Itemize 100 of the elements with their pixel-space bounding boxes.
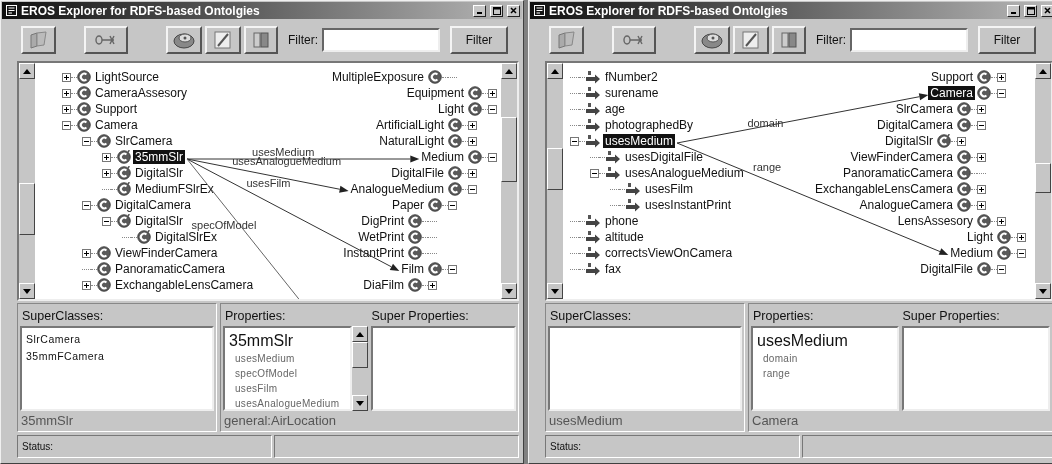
expand-toggle[interactable] [62, 72, 71, 82]
expand-toggle[interactable] [468, 120, 477, 130]
minimize-button[interactable] [1007, 4, 1020, 17]
expand-toggle[interactable] [488, 88, 497, 98]
edit-button[interactable] [205, 26, 241, 54]
tree-item[interactable]: AnalogueCamera [857, 198, 955, 212]
tree-item[interactable]: DiaFilm [361, 278, 406, 292]
tree-item[interactable]: Paper [389, 198, 426, 212]
list-item[interactable]: range [757, 366, 893, 381]
expand-toggle[interactable] [62, 88, 71, 98]
tree-item[interactable]: photographedBy [603, 118, 696, 132]
tree-item[interactable]: phone [603, 214, 641, 228]
tree-item[interactable]: Light [435, 102, 466, 116]
scroll-up-button[interactable] [547, 63, 563, 79]
tree-item[interactable]: usesMedium [603, 134, 676, 148]
tree-item[interactable]: PanoramaticCamera [113, 262, 228, 276]
scrollbar-thumb[interactable] [19, 183, 35, 235]
expand-toggle[interactable] [997, 216, 1006, 226]
tree-item[interactable]: ExchangableLensCamera [812, 182, 955, 196]
expand-toggle[interactable] [468, 136, 477, 146]
tree-item[interactable]: Support [928, 70, 975, 84]
tree-item[interactable]: DigPrint [359, 214, 406, 228]
expand-toggle[interactable] [468, 184, 477, 194]
expand-toggle[interactable] [448, 264, 457, 274]
tree-item[interactable]: Support [93, 102, 140, 116]
expand-toggle[interactable] [428, 280, 437, 290]
close-button[interactable] [1041, 4, 1052, 17]
filter-field[interactable] [322, 28, 440, 52]
scrollbar-track[interactable] [19, 63, 35, 299]
tree-item[interactable]: ArtificialLight [373, 118, 446, 132]
scroll-up-button[interactable] [1035, 63, 1051, 79]
scrollbar-thumb[interactable] [1035, 163, 1051, 193]
tree-item[interactable]: usesInstantPrint [643, 198, 734, 212]
tree-item[interactable]: DigitalFile [918, 262, 975, 276]
expand-toggle[interactable] [1017, 232, 1026, 242]
scroll-up-button[interactable] [19, 63, 35, 79]
scroll-down-button[interactable] [547, 283, 563, 299]
tree-item[interactable]: surename [603, 86, 661, 100]
tree-item[interactable]: LightSource [93, 70, 162, 84]
tree-item[interactable]: 35mmSlr [133, 150, 185, 164]
expand-toggle[interactable] [62, 120, 71, 130]
expand-toggle[interactable] [977, 104, 986, 114]
expand-toggle[interactable] [82, 200, 91, 210]
expand-toggle[interactable] [102, 152, 111, 162]
maximize-button[interactable] [490, 4, 503, 17]
expand-toggle[interactable] [488, 104, 497, 114]
tree-item[interactable]: DigitalCamera [113, 198, 194, 212]
expand-toggle[interactable] [82, 136, 91, 146]
scroll-down-button[interactable] [19, 283, 35, 299]
tree-item[interactable]: MediumFSlrEx [133, 182, 216, 196]
connect-button[interactable] [612, 26, 656, 54]
expand-toggle[interactable] [1017, 248, 1026, 258]
expand-toggle[interactable] [448, 200, 457, 210]
expand-toggle[interactable] [82, 280, 91, 290]
open-button[interactable] [21, 26, 56, 54]
tree-item[interactable]: LensAssesory [895, 214, 975, 228]
scrollbar-track[interactable] [1035, 63, 1051, 299]
scroll-down-button[interactable] [352, 395, 368, 411]
expand-toggle[interactable] [977, 200, 986, 210]
list-item[interactable]: usesFilm [229, 381, 346, 396]
tree-item[interactable]: Camera [93, 118, 140, 132]
tree-item[interactable]: ExchangableLensCamera [113, 278, 256, 292]
expand-toggle[interactable] [590, 168, 599, 178]
expand-toggle[interactable] [468, 168, 477, 178]
tree-item[interactable]: fax [603, 262, 623, 276]
expand-toggle[interactable] [997, 264, 1006, 274]
tree-item[interactable]: SlrCamera [113, 134, 175, 148]
expand-toggle[interactable] [957, 136, 966, 146]
tree-item[interactable]: WetPrint [356, 230, 406, 244]
tree-item[interactable]: usesDigitalFile [623, 150, 706, 164]
list-item[interactable]: usesAnalogueMedium [229, 396, 346, 409]
list-item[interactable]: specOfModel [229, 366, 346, 381]
tree-item[interactable]: Equipment [404, 86, 466, 100]
tree-item[interactable]: ViewFinderCamera [848, 150, 955, 164]
open-button[interactable] [549, 26, 584, 54]
tree-item[interactable]: DigitalSlr [133, 214, 185, 228]
expand-toggle[interactable] [62, 104, 71, 114]
scrollbar-thumb[interactable] [501, 117, 517, 182]
list-item[interactable]: domain [757, 351, 893, 366]
scrollbar-track[interactable] [547, 63, 563, 299]
tree-item[interactable]: AnalogueMedium [348, 182, 446, 196]
list-item[interactable]: 35mmFCamera [26, 348, 208, 365]
tree-item[interactable]: NaturalLight [377, 134, 446, 148]
connect-button[interactable] [84, 26, 128, 54]
tree-item[interactable]: CameraAssesory [93, 86, 190, 100]
close-button[interactable] [507, 4, 520, 17]
expand-toggle[interactable] [102, 216, 111, 226]
scroll-down-button[interactable] [1035, 283, 1051, 299]
expand-toggle[interactable] [570, 136, 579, 146]
minimize-button[interactable] [473, 4, 486, 17]
tree-item[interactable]: altitude [603, 230, 646, 244]
list-item[interactable]: SlrCamera [26, 331, 208, 348]
tree-item[interactable]: usesFilm [643, 182, 695, 196]
scrollbar-thumb[interactable] [352, 342, 368, 368]
tree-item[interactable]: age [603, 102, 628, 116]
tree-item[interactable]: Camera [928, 86, 975, 100]
scrollbar-track[interactable] [352, 326, 368, 411]
tree-item[interactable]: usesAnalogueMedium [623, 166, 746, 180]
tree-item[interactable]: fNumber2 [603, 70, 660, 84]
list-item[interactable]: usesMedium [229, 351, 346, 366]
